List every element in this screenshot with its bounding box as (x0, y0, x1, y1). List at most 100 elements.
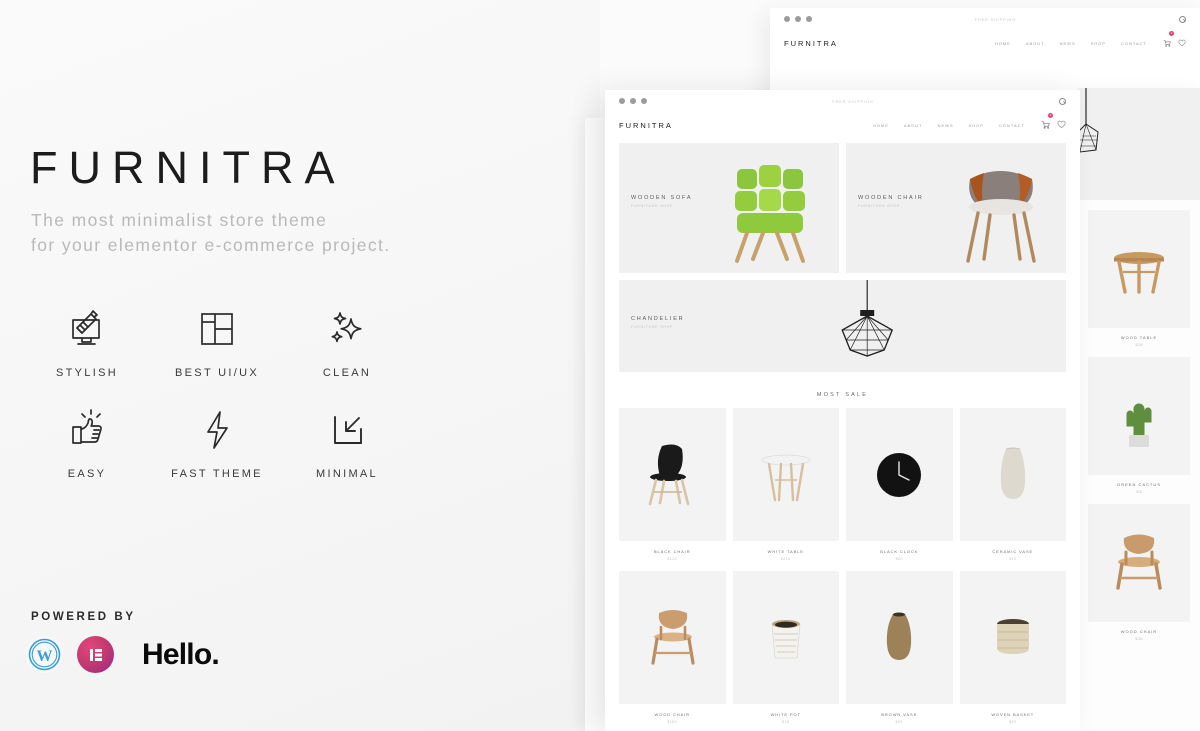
page-title: FURNITRA (30, 142, 346, 193)
white-round-table (761, 454, 811, 501)
product-grid-row-2: WOOD CHAIR $180 WHITE POT $35 BROWN VASE… (605, 571, 1080, 724)
search-icon[interactable] (1059, 97, 1066, 105)
topbar-message: FREE SHIPPING (832, 98, 874, 104)
site-logo[interactable]: FURNITRA (619, 121, 673, 130)
hero-title: WOODEN SOFA (631, 195, 693, 201)
twitter-icon[interactable] (630, 98, 636, 104)
hero-card-wooden-chair[interactable]: WOODEN CHAIR FURNITURE SHOP (846, 143, 1066, 273)
cart-badge: 2 (1048, 113, 1053, 118)
nav-item-about[interactable]: ABOUT (904, 123, 923, 128)
nav-item-news[interactable]: NEWS (938, 123, 954, 128)
site-logo[interactable]: FURNITRA (784, 39, 838, 48)
product-image (1088, 210, 1190, 328)
product-black-chair[interactable]: BLACK CHAIR $120 (619, 408, 726, 561)
social-links[interactable] (619, 98, 647, 104)
product-price: $200 (1135, 343, 1143, 347)
lightning-bolt-icon (196, 406, 238, 454)
twitter-icon[interactable] (795, 16, 801, 22)
product-price: $55 (895, 720, 903, 724)
product-ceramic-vase[interactable]: CERAMIC VASE $45 (959, 408, 1066, 561)
feature-list: STYLISH BEST UI/UX CLEAN EASY FAST THEME… (22, 305, 412, 480)
nav-item-shop[interactable]: SHOP (1091, 41, 1106, 46)
facebook-icon[interactable] (784, 16, 790, 22)
product-white-table[interactable]: WHITE TABLE $210 (732, 408, 839, 561)
product-name: WOOD CHAIR (654, 712, 690, 717)
nav-item-shop[interactable]: SHOP (969, 123, 984, 128)
feature-row-1: STYLISH BEST UI/UX CLEAN (22, 305, 412, 379)
banner-subtitle: FURNITURE SHOP (631, 325, 674, 329)
product-wood-chair[interactable]: WOOD CHAIR $180 (619, 571, 726, 724)
nav-item-contact[interactable]: CONTACT (1121, 41, 1147, 46)
cart-icon[interactable]: 2 (1163, 31, 1174, 52)
social-links[interactable] (784, 16, 812, 22)
nav-item-about[interactable]: ABOUT (1026, 41, 1045, 46)
feature-label: BEST UI/UX (175, 367, 259, 379)
nav-icons: 2 (1163, 31, 1186, 52)
wishlist-heart-icon[interactable] (1057, 116, 1066, 134)
product-price: $180 (1135, 637, 1143, 641)
mockup-back-nav: FURNITRA HOME ABOUT NEWS SHOP CONTACT 2 (770, 30, 1200, 56)
tagline-line-2: for your elementor e-commerce project. (31, 235, 391, 255)
tagline: The most minimalist store theme for your… (31, 208, 391, 258)
hero-subtitle: FURNITURE SHOP (631, 204, 674, 208)
product-brown-vase[interactable]: BROWN VASE $55 (846, 571, 953, 724)
black-wall-clock (877, 452, 922, 497)
product-name: WOOD TABLE (1120, 335, 1158, 340)
intro-panel: FURNITRA The most minimalist store theme… (0, 0, 600, 731)
feature-fast-theme: FAST THEME (152, 406, 282, 480)
product-name: BLACK CHAIR (653, 549, 691, 554)
product-name: WOOD CHAIR (1120, 629, 1158, 634)
wordpress-icon: W (26, 636, 63, 673)
section-title-most-sale: MOST SALE (816, 392, 869, 398)
product-black-clock[interactable]: BLACK CLOCK $60 (846, 408, 953, 561)
hero-grid: WOODEN SOFA FURNITURE SHOP WOODEN CHAIR … (605, 143, 1080, 273)
svg-text:W: W (37, 648, 53, 665)
nav-item-news[interactable]: NEWS (1060, 41, 1076, 46)
geometric-pendant-lamp (840, 280, 893, 357)
product-price: $210 (780, 557, 791, 561)
brown-clay-vase (887, 612, 912, 660)
product-price: $40 (1009, 720, 1017, 724)
website-mockup-side: WOOD TABLE $200 GREEN CACTUS $25 WOOD CH… (1078, 88, 1200, 731)
facebook-icon[interactable] (619, 98, 625, 104)
woven-lidded-basket (996, 618, 1029, 654)
feature-label: CLEAN (322, 367, 372, 379)
cart-icon[interactable]: 2 (1041, 113, 1053, 134)
side-product-wood-chair[interactable]: WOOD CHAIR $180 (1078, 504, 1200, 641)
nav-links: HOME ABOUT NEWS SHOP CONTACT (995, 41, 1147, 46)
product-image (732, 571, 839, 704)
side-product-green-cactus[interactable]: GREEN CACTUS $25 (1078, 357, 1200, 494)
tagline-line-1: The most minimalist store theme (31, 210, 328, 230)
product-image (959, 408, 1066, 541)
wishlist-heart-icon[interactable] (1178, 34, 1186, 52)
product-name: WOVEN BASKET (991, 712, 1035, 717)
feature-row-2: EASY FAST THEME MINIMAL (22, 406, 412, 480)
product-name: WHITE TABLE (767, 549, 804, 554)
product-white-pot[interactable]: WHITE POT $35 (732, 571, 839, 724)
product-name: WHITE POT (770, 712, 801, 717)
grid-layout-icon (196, 305, 238, 353)
product-price: $25 (1136, 490, 1142, 494)
hello-wordmark: Hello. (142, 637, 220, 671)
nav-item-contact[interactable]: CONTACT (999, 123, 1025, 128)
minimize-arrow-icon (326, 406, 368, 454)
green-lounge-chair (735, 165, 805, 263)
product-image (619, 408, 726, 541)
product-image (1088, 504, 1190, 622)
side-product-wood-table[interactable]: WOOD TABLE $200 (1078, 210, 1200, 347)
patterned-white-pot (771, 619, 801, 658)
product-price: $35 (782, 720, 790, 724)
product-woven-basket[interactable]: WOVEN BASKET $40 (959, 571, 1066, 724)
hero-card-wooden-sofa[interactable]: WOODEN SOFA FURNITURE SHOP (619, 143, 839, 273)
product-price: $60 (895, 557, 903, 561)
banner-label: CHANDELIER FURNITURE SHOP (631, 316, 684, 329)
banner-chandelier[interactable]: CHANDELIER FURNITURE SHOP (619, 280, 1066, 372)
product-name: GREEN CACTUS (1117, 482, 1161, 487)
search-icon[interactable] (1179, 15, 1186, 23)
hero-label: WOODEN CHAIR FURNITURE SHOP (858, 195, 924, 208)
feature-best-ui-ux: BEST UI/UX (152, 305, 282, 379)
nav-item-home[interactable]: HOME (995, 41, 1011, 46)
feature-minimal: MINIMAL (282, 406, 412, 480)
mockup-front-nav: FURNITRA HOME ABOUT NEWS SHOP CONTACT 2 (605, 112, 1080, 138)
nav-item-home[interactable]: HOME (873, 123, 889, 128)
